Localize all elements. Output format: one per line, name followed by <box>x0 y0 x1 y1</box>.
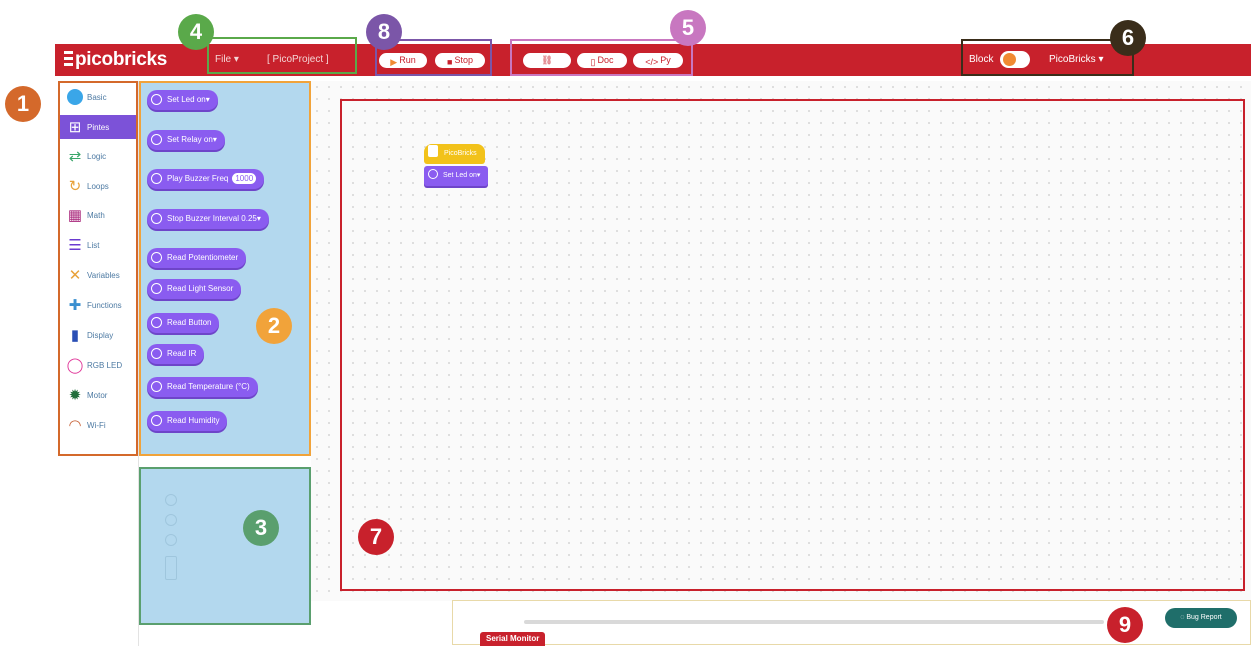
badge-3: 3 <box>243 510 279 546</box>
annotation-box-2 <box>139 81 311 456</box>
badge-2: 2 <box>256 308 292 344</box>
badge-5: 5 <box>670 10 706 46</box>
bug-report-button[interactable]: ◌ Bug Report <box>1165 608 1237 628</box>
annotation-box-3 <box>139 467 311 625</box>
app-logo: picobricks <box>64 49 167 71</box>
bug-icon: ◌ <box>1180 614 1185 621</box>
badge-9: 9 <box>1107 607 1143 643</box>
annotation-box-6 <box>961 39 1134 76</box>
badge-1: 1 <box>5 86 41 122</box>
annotation-box-1 <box>58 81 138 456</box>
badge-8: 8 <box>366 14 402 50</box>
badge-4: 4 <box>178 14 214 50</box>
annotation-box-5 <box>510 39 693 76</box>
badge-6: 6 <box>1110 20 1146 56</box>
logo-mark-icon <box>64 51 73 66</box>
serial-monitor-tab[interactable]: Serial Monitor <box>480 632 546 646</box>
annotation-box-7 <box>340 99 1245 591</box>
annotation-box-4 <box>207 37 357 74</box>
badge-7: 7 <box>358 519 394 555</box>
panel-resize-handle[interactable] <box>524 620 1104 624</box>
